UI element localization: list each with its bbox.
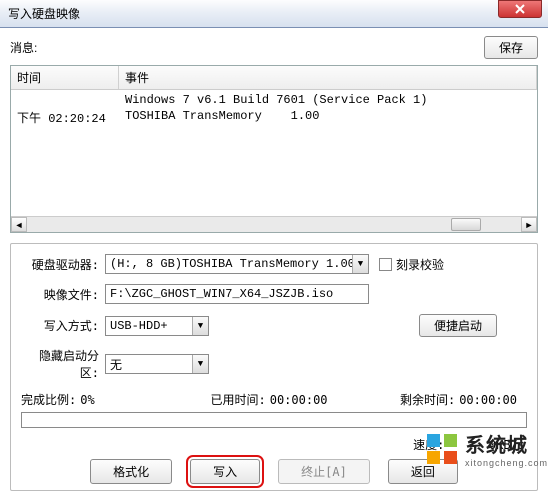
mode-combo[interactable]: USB-HDD+ ▼ (105, 316, 209, 336)
log-panel: 时间 事件 Windows 7 v6.1 Build 7601 (Service… (10, 65, 538, 233)
log-row: Windows 7 v6.1 Build 7601 (Service Pack … (11, 92, 537, 108)
progress-bar (21, 412, 527, 428)
done-label: 完成比例: (21, 391, 76, 408)
elapsed-value: 00:00:00 (270, 393, 340, 407)
log-body: Windows 7 v6.1 Build 7601 (Service Pack … (11, 90, 537, 216)
back-button[interactable]: 返回 (388, 459, 458, 484)
elapsed-label: 已用时间: (210, 391, 265, 408)
verify-checkbox[interactable] (379, 258, 392, 271)
chevron-down-icon: ▼ (192, 355, 208, 373)
progress-row: 完成比例: 0% 已用时间: 00:00:00 剩余时间: 00:00:00 (21, 391, 527, 408)
quickboot-button[interactable]: 便捷启动 (419, 314, 497, 337)
hide-value: 无 (110, 356, 122, 373)
chevron-down-icon: ▼ (192, 317, 208, 335)
hide-combo[interactable]: 无 ▼ (105, 354, 209, 374)
save-button[interactable]: 保存 (484, 36, 538, 59)
write-button[interactable]: 写入 (190, 459, 260, 484)
format-button[interactable]: 格式化 (90, 459, 172, 484)
remain-label: 剩余时间: (400, 391, 455, 408)
scroll-track[interactable] (27, 217, 521, 232)
log-event: Windows 7 v6.1 Build 7601 (Service Pack … (119, 92, 537, 108)
drive-value: (H:, 8 GB)TOSHIBA TransMemory 1.00 (110, 257, 355, 271)
file-label: 映像文件: (21, 286, 105, 303)
speed-value: 0KB/s (489, 438, 525, 452)
file-input[interactable] (105, 284, 369, 304)
chevron-down-icon: ▼ (352, 255, 368, 273)
log-time: 下午 02:20:24 (11, 108, 119, 127)
mode-label: 写入方式: (21, 317, 105, 334)
close-icon (515, 4, 525, 14)
verify-label: 刻录校验 (396, 256, 444, 273)
log-row: 下午 02:20:24 TOSHIBA TransMemory 1.00 (11, 108, 537, 127)
scroll-right-icon[interactable]: ► (521, 217, 537, 232)
hide-label: 隐藏启动分区: (21, 347, 105, 381)
remain-value: 00:00:00 (459, 393, 517, 407)
close-button[interactable] (498, 0, 542, 18)
abort-button: 终止[A] (278, 459, 370, 484)
message-label: 消息: (10, 39, 484, 56)
titlebar: 写入硬盘映像 (0, 0, 548, 28)
log-header: 时间 事件 (11, 66, 537, 90)
scroll-left-icon[interactable]: ◄ (11, 217, 27, 232)
log-event: TOSHIBA TransMemory 1.00 (119, 108, 537, 127)
log-time (11, 92, 119, 108)
log-scrollbar[interactable]: ◄ ► (11, 216, 537, 232)
mode-value: USB-HDD+ (110, 319, 168, 333)
speed-label: 速度: (413, 438, 444, 452)
form-panel: 硬盘驱动器: (H:, 8 GB)TOSHIBA TransMemory 1.0… (10, 243, 538, 491)
drive-combo[interactable]: (H:, 8 GB)TOSHIBA TransMemory 1.00 ▼ (105, 254, 369, 274)
button-row: 格式化 写入 终止[A] 返回 (21, 459, 527, 484)
scroll-thumb[interactable] (451, 218, 481, 231)
drive-label: 硬盘驱动器: (21, 256, 105, 273)
log-header-event: 事件 (119, 66, 537, 89)
done-value: 0% (80, 393, 150, 407)
content-area: 消息: 保存 时间 事件 Windows 7 v6.1 Build 7601 (… (0, 28, 548, 499)
window-title: 写入硬盘映像 (8, 5, 544, 22)
log-header-time: 时间 (11, 66, 119, 89)
